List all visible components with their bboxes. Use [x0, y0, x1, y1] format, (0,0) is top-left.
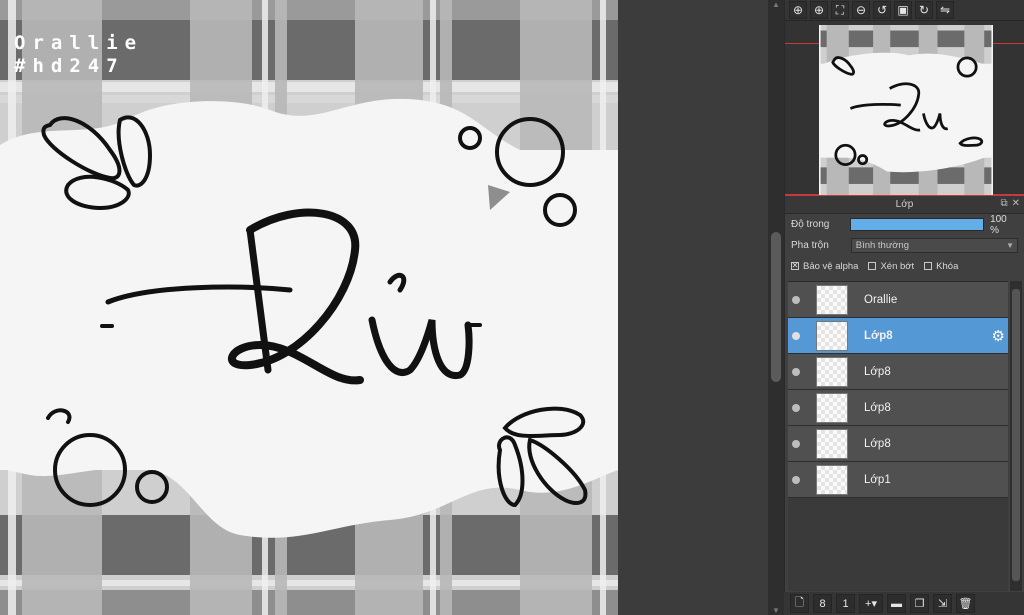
visibility-eye-icon[interactable]: [788, 282, 804, 317]
visibility-eye-icon[interactable]: [788, 354, 804, 389]
zoom-out-icon[interactable]: ⊖: [852, 1, 870, 19]
new-layer-8bit-icon[interactable]: 8: [813, 594, 832, 613]
layer-name: Lớp8: [864, 365, 891, 378]
lock-box[interactable]: [924, 262, 933, 270]
layer-list: Orallie Lớp8 ⚙ Lớp8 Lớp8 Lớp8 Lớp1: [788, 281, 1008, 591]
workspace-area[interactable]: [618, 0, 768, 615]
layer-name: Orallie: [864, 293, 898, 306]
folder-icon[interactable]: ▬: [887, 594, 906, 613]
blend-mode-value: Bình thường: [855, 240, 909, 251]
layer-options-row: ✕ Bảo vệ alpha Xén bớt Khóa: [785, 256, 1024, 276]
layer-thumbnail: [816, 428, 848, 459]
blend-row: Pha trộn Bình thường ▼: [785, 235, 1024, 256]
layer-name: Lớp1: [864, 473, 891, 486]
chevron-down-icon: ▼: [1006, 241, 1014, 250]
opacity-slider-fill: [851, 219, 984, 230]
rotate-left-icon[interactable]: ↺: [873, 1, 891, 19]
visibility-eye-icon[interactable]: [788, 462, 804, 497]
layer-thumbnail: [816, 284, 848, 315]
clipping-box[interactable]: [868, 262, 877, 270]
protect-alpha-label: Bảo vệ alpha: [803, 260, 859, 272]
layer-thumbnail: [816, 392, 848, 423]
layer-list-scrollbar[interactable]: [1010, 281, 1022, 591]
navigator-artwork: [820, 25, 992, 195]
add-layer-menu-icon[interactable]: +▾: [859, 594, 883, 613]
opacity-slider[interactable]: [850, 218, 985, 231]
actual-size-icon[interactable]: ▣: [894, 1, 912, 19]
lock-label: Khóa: [936, 260, 959, 272]
new-layer-1bit-icon[interactable]: 1: [836, 594, 855, 613]
layer-list-scroll-thumb[interactable]: [1012, 289, 1020, 581]
navigator-thumbnail[interactable]: [819, 25, 993, 195]
clipping-label: Xén bớt: [880, 260, 915, 272]
opacity-row: Độ trong 100 %: [785, 213, 1024, 236]
blend-label: Pha trộn: [791, 240, 829, 251]
zoom-in-icon[interactable]: ⊕: [789, 1, 807, 19]
duplicate-icon[interactable]: ❐: [910, 594, 929, 613]
layer-name: Lớp8: [864, 437, 891, 450]
watermark-line1: Orallie: [14, 32, 144, 54]
delete-icon[interactable]: 🗑: [956, 594, 975, 613]
layer-name: Lớp8: [864, 329, 893, 342]
layer-row[interactable]: Lớp8: [788, 354, 1008, 390]
merge-icon[interactable]: ⇲: [933, 594, 952, 613]
medibang-window: Orallie #hd247 ▲ ▼ ⊕ ⊕ ⛶ ⊖ ↺ ▣ ↻ ⇋ Lớp ⧉…: [0, 0, 1024, 615]
layer-thumbnail: [816, 464, 848, 495]
rotate-right-icon[interactable]: ↻: [915, 1, 933, 19]
layer-settings-gear-icon[interactable]: ⚙: [992, 327, 1005, 345]
new-layer-icon[interactable]: 🗋: [790, 594, 809, 613]
layer-row[interactable]: Orallie: [788, 282, 1008, 318]
scroll-down-icon[interactable]: ▼: [772, 606, 780, 615]
navigator-preview[interactable]: [785, 20, 1024, 196]
drawing-canvas[interactable]: Orallie #hd247: [0, 0, 618, 615]
layer-row[interactable]: Lớp1: [788, 462, 1008, 498]
layer-panel-title: Lớp: [895, 199, 914, 210]
layer-thumbnail: [816, 320, 848, 351]
navigator-toolbar: ⊕ ⊕ ⛶ ⊖ ↺ ▣ ↻ ⇋: [785, 0, 1024, 20]
layer-row[interactable]: Lớp8: [788, 390, 1008, 426]
layer-row[interactable]: Lớp8 ⚙: [788, 318, 1008, 354]
canvas-scroll-thumb[interactable]: [771, 232, 781, 382]
visibility-eye-icon[interactable]: [788, 426, 804, 461]
layer-toolbar: 🗋 8 1 +▾ ▬ ❐ ⇲ 🗑: [784, 592, 1024, 615]
clipping-checkbox[interactable]: Xén bớt: [868, 261, 914, 272]
scroll-up-icon[interactable]: ▲: [772, 0, 780, 9]
panel-popout-icon[interactable]: ⧉: [1000, 198, 1007, 209]
canvas-vertical-scrollbar[interactable]: ▲ ▼: [768, 0, 784, 615]
protect-alpha-checkbox[interactable]: ✕ Bảo vệ alpha: [791, 261, 858, 272]
layer-panel-header: Lớp ⧉ ✕: [785, 196, 1024, 214]
artwork: [0, 0, 618, 615]
visibility-eye-icon[interactable]: [788, 390, 804, 425]
opacity-value: 100 %: [990, 213, 1007, 236]
layer-name: Lớp8: [864, 401, 891, 414]
flip-icon[interactable]: ⇋: [936, 1, 954, 19]
fit-icon[interactable]: ⛶: [831, 1, 849, 19]
lock-checkbox[interactable]: Khóa: [924, 261, 958, 272]
layer-row[interactable]: Lớp8: [788, 426, 1008, 462]
protect-alpha-box[interactable]: ✕: [791, 262, 799, 270]
opacity-label: Độ trong: [791, 219, 830, 230]
watermark-line2: #hd247: [14, 55, 125, 77]
blend-mode-select[interactable]: Bình thường ▼: [850, 238, 1018, 253]
visibility-eye-icon[interactable]: [788, 318, 804, 353]
zoom-in-icon[interactable]: ⊕: [810, 1, 828, 19]
panel-close-icon[interactable]: ✕: [1012, 198, 1020, 209]
layer-thumbnail: [816, 356, 848, 387]
